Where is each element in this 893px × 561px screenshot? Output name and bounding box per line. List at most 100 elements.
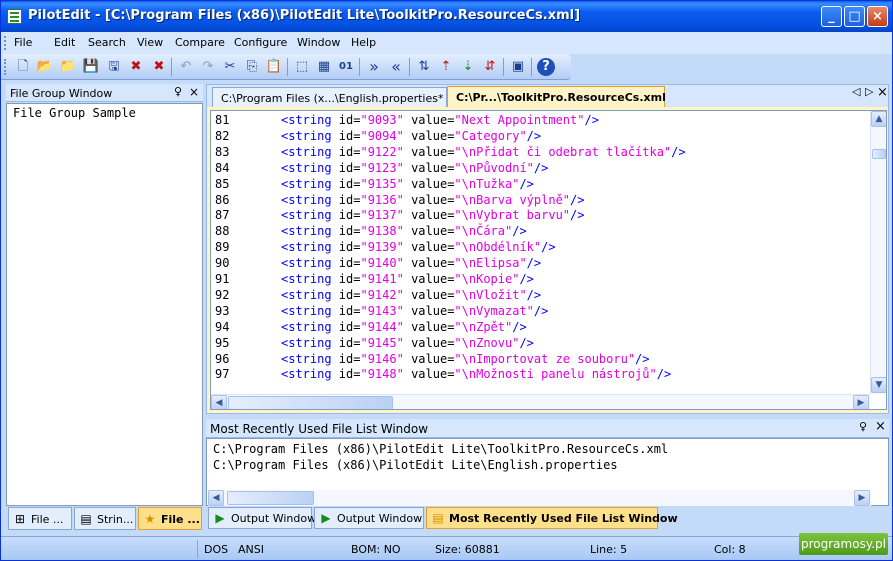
horizontal-scrollbar[interactable]: ◀ ▶ [211, 394, 870, 409]
redo-icon[interactable]: ↷ [199, 58, 217, 76]
scroll-down-button[interactable]: ▼ [871, 377, 886, 393]
tab-label: Output Window 2 [337, 512, 433, 525]
code-token: id= [331, 272, 361, 286]
mru-title: Most Recently Used File List Window [210, 422, 429, 436]
toolbar-grip[interactable] [4, 59, 7, 75]
menu-grip[interactable] [4, 36, 7, 50]
code-line: <string id="9094" value="Category"/> [281, 129, 541, 143]
help-icon[interactable]: ? [537, 58, 555, 76]
scroll-right-button[interactable]: ▶ [853, 395, 869, 409]
file-group-item[interactable]: File Group Sample [13, 106, 196, 120]
pin-icon[interactable]: ♀ [174, 85, 182, 98]
code-value: "Category" [454, 128, 527, 143]
code-token: value= [403, 335, 455, 350]
menu-file[interactable]: File [14, 36, 32, 49]
mru-horizontal-scrollbar[interactable]: ◀ ▶ [208, 490, 871, 506]
vertical-scroll-thumb[interactable] [872, 149, 886, 159]
line-number: 81 [215, 113, 230, 127]
ftp-icon[interactable]: ⇅ [415, 58, 433, 76]
title-bar[interactable]: PilotEdit - [C:\Program Files (x86)\Pilo… [1, 1, 892, 32]
save-icon[interactable]: 💾 [82, 58, 100, 76]
file-group-header: File Group Window ♀ × [6, 84, 203, 102]
mru-item[interactable]: C:\Program Files (x86)\PilotEdit Lite\To… [213, 442, 668, 456]
code-line: <string id="9143" value="\nVymazat"/> [281, 304, 548, 318]
code-editor[interactable]: 81 82 83 84 85 86 87 88 89 90 91 92 93 94 95 96 97 <stri… [210, 110, 887, 410]
line-number: 90 [215, 256, 230, 271]
tab-english-properties[interactable]: C:\Program Files (x...\English.propertie… [212, 87, 447, 107]
code-value: "9140" [360, 256, 404, 271]
vertical-scrollbar[interactable]: ▲ ▼ [870, 111, 886, 394]
tab-toolkitpro-resource[interactable]: C:\Pr...\ToolkitPro.ResourceCs.xml [447, 86, 666, 107]
code-token: value= [403, 319, 455, 334]
tab-close-icon[interactable]: × [877, 85, 888, 100]
code-token: id= [331, 128, 361, 143]
ftp-upload-icon[interactable]: ⇡ [437, 58, 455, 76]
close-all-icon[interactable]: ✖ [150, 58, 168, 76]
code-token: <string [281, 351, 332, 366]
open-folder-icon[interactable]: 📁 [59, 58, 77, 76]
select-icon[interactable]: ⬚ [293, 58, 311, 76]
scroll-left-button[interactable]: ◀ [211, 395, 227, 409]
code-token: <string [281, 192, 332, 207]
code-token: id= [331, 176, 361, 191]
menu-search[interactable]: Search [88, 36, 126, 49]
status-bar: DOS ANSI BOM: NO Size: 60881 Line: 5 Col… [1, 536, 892, 560]
cut-icon[interactable]: ✂ [221, 58, 239, 76]
tab-strings[interactable]: ▤ Strin... [74, 507, 136, 530]
ftp-download-icon[interactable]: ⇣ [459, 58, 477, 76]
tab-file-group[interactable]: ★ File ... [138, 507, 202, 530]
scroll-up-button[interactable]: ▲ [871, 111, 886, 127]
close-panel-icon[interactable]: × [875, 419, 886, 434]
outdent-icon[interactable]: « [387, 58, 405, 76]
tab-prev-icon[interactable]: ◁ [852, 85, 860, 98]
horizontal-scroll-thumb[interactable] [228, 396, 393, 409]
code-token: id= [331, 240, 361, 255]
file-group-panel: File Group Window ♀ × File Group Sample … [6, 84, 203, 534]
code-value: "9145" [360, 335, 404, 350]
output-icon: ▶ [321, 511, 331, 525]
mru-item[interactable]: C:\Program Files (x86)\PilotEdit Lite\En… [213, 458, 618, 472]
tab-output-window[interactable]: ▶ Output Window [208, 507, 316, 529]
close-panel-icon[interactable]: × [189, 85, 199, 99]
open-file-icon[interactable]: 📂 [36, 58, 54, 76]
close-file-icon[interactable]: ✖ [127, 58, 145, 76]
code-line: <string id="9139" value="\nObdélník"/> [281, 240, 556, 254]
code-value: "\nVložit" [454, 287, 527, 302]
menu-window[interactable]: Window [297, 36, 340, 49]
code-token: id= [331, 224, 361, 239]
scroll-left-button[interactable]: ◀ [208, 490, 224, 506]
save-all-icon[interactable]: 🖫 [105, 58, 123, 76]
menu-edit[interactable]: Edit [54, 36, 75, 49]
maximize-button[interactable]: □ [844, 6, 865, 27]
paste-icon[interactable]: 📋 [265, 58, 283, 76]
code-token: value= [403, 113, 455, 127]
pin-icon[interactable]: ♀ [859, 420, 867, 433]
menu-compare[interactable]: Compare [175, 36, 225, 49]
menu-configure[interactable]: Configure [234, 36, 287, 49]
menu-help[interactable]: Help [351, 36, 376, 49]
scroll-right-button[interactable]: ▶ [854, 490, 870, 506]
undo-icon[interactable]: ↶ [177, 58, 195, 76]
code-token: id= [331, 208, 361, 223]
tab-file-explorer[interactable]: ⊞ File ... [8, 507, 72, 530]
hex-icon[interactable]: 01 [337, 58, 355, 76]
tab-output-window-2[interactable]: ▶ Output Window 2 [314, 507, 433, 529]
code-token: <string [281, 335, 332, 350]
menu-view[interactable]: View [137, 36, 163, 49]
code-value: "\nTužka" [454, 176, 520, 191]
status-col: Col: 8 [714, 543, 746, 556]
copy-icon[interactable]: ⎘ [243, 58, 261, 76]
block-icon[interactable]: ▣ [509, 58, 527, 76]
tab-mru-window[interactable]: ▤ Most Recently Used File List Window [426, 507, 678, 529]
new-file-icon[interactable]: 🗋 [14, 58, 32, 76]
line-number: 93 [215, 303, 230, 318]
minimize-button[interactable]: _ [821, 6, 842, 27]
left-panel-tabs: ⊞ File ... ▤ Strin... ★ File ... [6, 507, 203, 531]
indent-icon[interactable]: » [365, 58, 383, 76]
column-mode-icon[interactable]: ▦ [315, 58, 333, 76]
horizontal-scroll-thumb[interactable] [227, 491, 314, 505]
ftp-disconnect-icon[interactable]: ⇵ [481, 58, 499, 76]
close-button[interactable]: × [867, 6, 888, 27]
tab-next-icon[interactable]: ▷ [865, 85, 873, 98]
editor-area: C:\Program Files (x...\English.propertie… [206, 84, 889, 414]
